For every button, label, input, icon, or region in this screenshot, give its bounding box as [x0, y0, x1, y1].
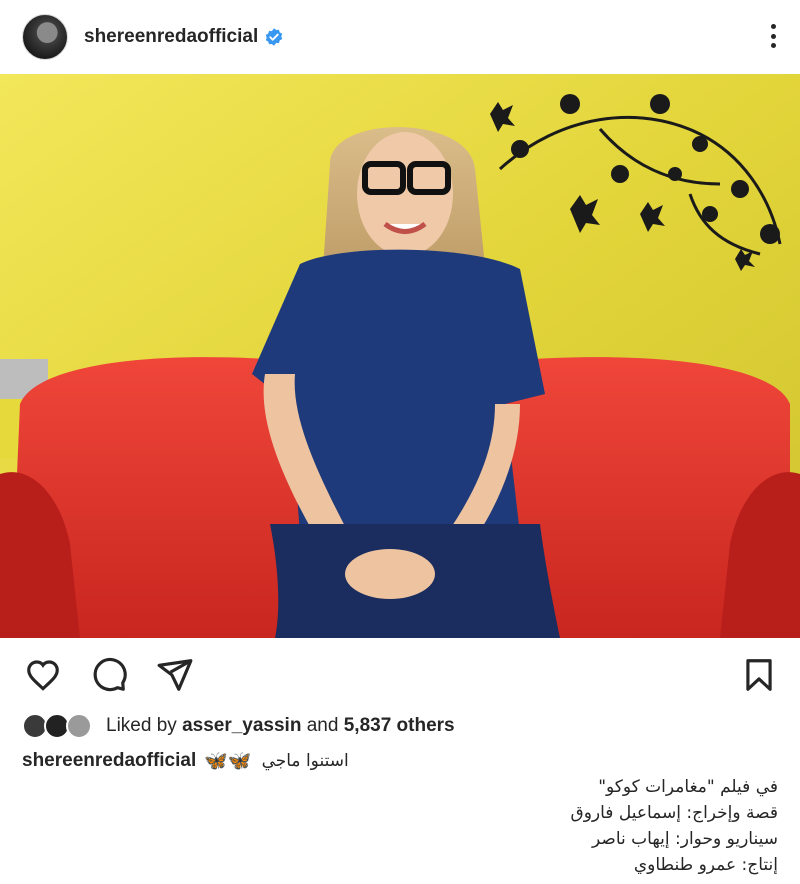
liked-by-user-link[interactable]: asser_yassin — [182, 715, 301, 736]
comment-button[interactable] — [90, 656, 128, 694]
caption-header: shereenredaofficial 🦋🦋 استنوا ماجي — [22, 748, 349, 774]
liked-by-prefix: Liked by — [106, 715, 177, 736]
dot-icon — [770, 33, 776, 39]
dot-icon — [770, 43, 776, 48]
caption-first-line: استنوا ماجي — [261, 751, 349, 771]
heart-icon — [27, 660, 59, 691]
caption-body: في فيلم "مغامرات كوكو" قصة وإخراج: إسماع… — [378, 774, 778, 878]
woman-on-red-sofa-photo — [0, 74, 800, 638]
likes-summary: Liked by asser_yassin and 5,837 others — [22, 712, 455, 740]
avatar — [66, 713, 92, 739]
comment-icon — [93, 657, 127, 692]
post-username[interactable]: shereenredaofficial — [84, 26, 258, 48]
post-action-bar — [0, 638, 800, 710]
caption-line: قصة وإخراج: إسماعيل فاروق — [570, 803, 778, 823]
liked-by-joiner: and — [306, 715, 339, 736]
liked-by-others-link[interactable]: 5,837 others — [344, 715, 455, 736]
caption-line: إنتاج: عمرو طنطاوي — [633, 855, 778, 875]
caption-username[interactable]: shereenredaofficial — [22, 750, 196, 772]
verified-badge-icon — [266, 28, 283, 46]
profile-avatar[interactable] — [22, 14, 68, 60]
save-button[interactable] — [740, 656, 778, 694]
liked-by-text: Liked by asser_yassin and 5,837 others — [106, 715, 455, 737]
share-button[interactable] — [156, 656, 194, 694]
caption-line: سيناريو وحوار: إيهاب ناصر — [592, 829, 778, 849]
send-icon — [157, 659, 193, 691]
more-options-button[interactable] — [768, 22, 778, 50]
like-button[interactable] — [24, 656, 62, 694]
post-header: shereenredaofficial — [0, 0, 800, 74]
dot-icon — [770, 24, 776, 29]
caption-line: في فيلم "مغامرات كوكو" — [598, 777, 778, 797]
post-photo[interactable] — [0, 74, 800, 638]
bookmark-icon — [746, 659, 772, 691]
liked-by-avatars[interactable] — [22, 713, 96, 739]
butterfly-emoji: 🦋🦋 — [204, 751, 252, 772]
